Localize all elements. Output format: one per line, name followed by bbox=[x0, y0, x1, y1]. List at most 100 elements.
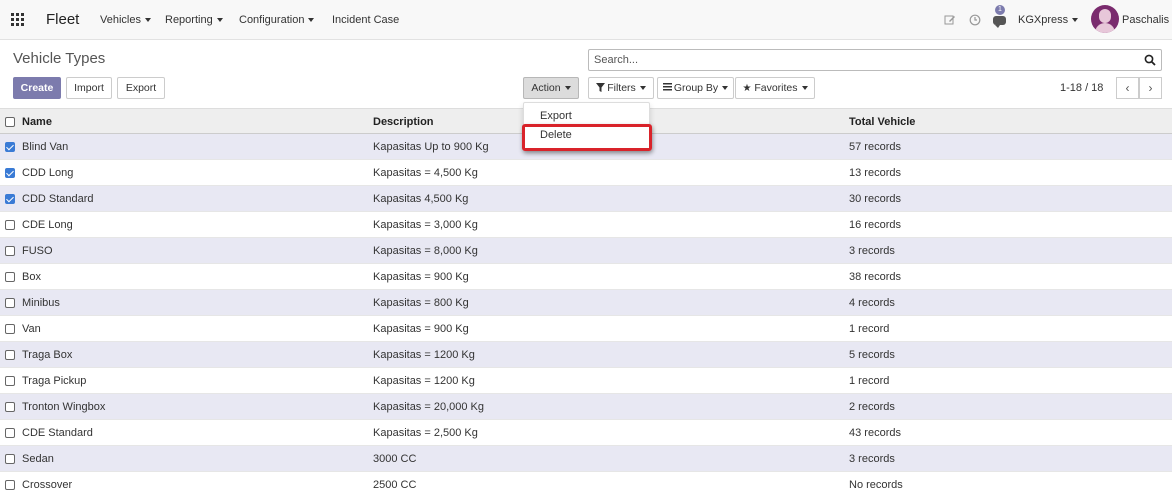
column-header-description[interactable]: Description bbox=[373, 116, 434, 128]
table-row[interactable]: CDD Long Kapasitas = 4,500 Kg 13 records bbox=[0, 160, 1172, 186]
cell-total-vehicle: 5 records bbox=[849, 349, 895, 361]
search-input[interactable] bbox=[594, 52, 1134, 68]
cell-description: Kapasitas Up to 900 Kg bbox=[373, 141, 489, 153]
cell-description: Kapasitas = 900 Kg bbox=[373, 271, 469, 283]
select-all-checkbox[interactable] bbox=[5, 117, 15, 127]
user-name[interactable]: Paschalis bbox=[1122, 14, 1169, 26]
action-menu-delete[interactable]: Delete bbox=[540, 129, 572, 141]
row-checkbox[interactable] bbox=[5, 246, 15, 256]
table-row[interactable]: CDD Standard Kapasitas 4,500 Kg 30 records bbox=[0, 186, 1172, 212]
table-row[interactable]: CDE Long Kapasitas = 3,000 Kg 16 records bbox=[0, 212, 1172, 238]
export-button[interactable]: Export bbox=[117, 77, 165, 99]
cell-name: Crossover bbox=[22, 479, 73, 491]
filters-button[interactable]: Filters bbox=[588, 77, 654, 99]
action-menu-export[interactable]: Export bbox=[540, 110, 572, 122]
cell-total-vehicle: 57 records bbox=[849, 141, 901, 153]
table-row[interactable]: Traga Pickup Kapasitas = 1200 Kg 1 record bbox=[0, 368, 1172, 394]
menu-configuration[interactable]: Configuration bbox=[239, 14, 315, 26]
row-checkbox[interactable] bbox=[5, 480, 15, 490]
table-row[interactable]: Tronton Wingbox Kapasitas = 20,000 Kg 2 re… bbox=[0, 394, 1172, 420]
import-button[interactable]: Import bbox=[66, 77, 112, 99]
cell-description: Kapasitas = 20,000 Kg bbox=[373, 401, 484, 413]
group-by-button[interactable]: Group By bbox=[657, 77, 734, 99]
caret-down-icon bbox=[639, 86, 646, 91]
page-title: Vehicle Types bbox=[13, 50, 106, 67]
cell-total-vehicle: 4 records bbox=[849, 297, 895, 309]
search-box[interactable] bbox=[588, 49, 1162, 71]
menu-reporting[interactable]: Reporting bbox=[165, 14, 223, 26]
cell-total-vehicle: 43 records bbox=[849, 427, 901, 439]
cell-description: Kapasitas = 1200 Kg bbox=[373, 375, 475, 387]
cell-total-vehicle: No records bbox=[849, 479, 903, 491]
cell-name: Tronton Wingbox bbox=[22, 401, 106, 413]
action-button[interactable]: Action bbox=[523, 77, 579, 99]
pager-value[interactable]: 1-18 / 18 bbox=[1060, 82, 1103, 94]
filter-icon bbox=[596, 83, 606, 92]
table-row[interactable]: Box Kapasitas = 900 Kg 38 records bbox=[0, 264, 1172, 290]
cell-total-vehicle: 30 records bbox=[849, 193, 901, 205]
column-header-name[interactable]: Name bbox=[22, 116, 52, 128]
cell-total-vehicle: 1 record bbox=[849, 375, 890, 387]
chevron-right-icon: › bbox=[1148, 81, 1153, 95]
cell-name: Box bbox=[22, 271, 41, 283]
table-row[interactable]: Sedan 3000 CC 3 records bbox=[0, 446, 1172, 472]
message-count-badge: 1 bbox=[995, 5, 1005, 15]
star-icon: ★ bbox=[742, 83, 752, 94]
cell-name: Blind Van bbox=[22, 141, 69, 153]
user-avatar[interactable] bbox=[1091, 5, 1119, 33]
row-checkbox[interactable] bbox=[5, 350, 15, 360]
cell-description: Kapasitas 4,500 Kg bbox=[373, 193, 469, 205]
cell-name: CDE Standard bbox=[22, 427, 93, 439]
chevron-left-icon: ‹ bbox=[1125, 81, 1130, 95]
top-navbar: Fleet Vehicles Reporting Configuration I… bbox=[0, 0, 1172, 40]
table-row[interactable]: CDE Standard Kapasitas = 2,500 Kg 43 recor… bbox=[0, 420, 1172, 446]
cell-total-vehicle: 13 records bbox=[849, 167, 901, 179]
cell-name: Van bbox=[22, 323, 41, 335]
cell-name: CDD Standard bbox=[22, 193, 94, 205]
table-row[interactable]: Crossover 2500 CC No records bbox=[0, 472, 1172, 497]
column-header-total-vehicle[interactable]: Total Vehicle bbox=[849, 116, 915, 128]
cell-name: Sedan bbox=[22, 453, 54, 465]
clock-icon[interactable] bbox=[969, 14, 981, 26]
row-checkbox[interactable] bbox=[5, 324, 15, 334]
cell-name: CDD Long bbox=[22, 167, 74, 179]
favorites-button[interactable]: ★ Favorites bbox=[735, 77, 815, 99]
cell-total-vehicle: 16 records bbox=[849, 219, 901, 231]
cell-description: Kapasitas = 4,500 Kg bbox=[373, 167, 478, 179]
edit-icon[interactable] bbox=[944, 14, 956, 26]
row-checkbox[interactable] bbox=[5, 272, 15, 282]
search-icon[interactable] bbox=[1144, 54, 1156, 66]
cell-description: 3000 CC bbox=[373, 453, 417, 465]
apps-grid-icon[interactable] bbox=[11, 13, 26, 27]
cell-description: Kapasitas = 8,000 Kg bbox=[373, 245, 478, 257]
cell-total-vehicle: 2 records bbox=[849, 401, 895, 413]
row-checkbox[interactable] bbox=[5, 298, 15, 308]
table-row[interactable]: FUSO Kapasitas = 8,000 Kg 3 records bbox=[0, 238, 1172, 264]
row-checkbox[interactable] bbox=[5, 402, 15, 412]
caret-down-icon bbox=[564, 86, 571, 91]
row-checkbox[interactable] bbox=[5, 376, 15, 386]
cell-total-vehicle: 38 records bbox=[849, 271, 901, 283]
pager-next-button[interactable]: › bbox=[1139, 77, 1162, 99]
row-checkbox[interactable] bbox=[5, 428, 15, 438]
create-button[interactable]: Create bbox=[13, 77, 61, 99]
row-checkbox[interactable] bbox=[5, 220, 15, 230]
menu-vehicles[interactable]: Vehicles bbox=[100, 14, 151, 26]
row-checkbox[interactable] bbox=[5, 194, 15, 204]
table-row[interactable]: Minibus Kapasitas = 800 Kg 4 records bbox=[0, 290, 1172, 316]
pager-previous-button[interactable]: ‹ bbox=[1116, 77, 1139, 99]
row-checkbox[interactable] bbox=[5, 142, 15, 152]
app-brand: Fleet bbox=[46, 11, 80, 28]
cell-total-vehicle: 3 records bbox=[849, 245, 895, 257]
row-checkbox[interactable] bbox=[5, 168, 15, 178]
cell-total-vehicle: 3 records bbox=[849, 453, 895, 465]
company-switcher[interactable]: KGXpress bbox=[1018, 14, 1079, 26]
menu-incident-case[interactable]: Incident Case bbox=[332, 14, 399, 26]
cell-total-vehicle: 1 record bbox=[849, 323, 890, 335]
chat-icon[interactable] bbox=[993, 16, 1006, 28]
table-row[interactable]: Traga Box Kapasitas = 1200 Kg 5 records bbox=[0, 342, 1172, 368]
cell-description: Kapasitas = 3,000 Kg bbox=[373, 219, 478, 231]
row-checkbox[interactable] bbox=[5, 454, 15, 464]
caret-down-icon bbox=[1072, 18, 1079, 23]
table-row[interactable]: Van Kapasitas = 900 Kg 1 record bbox=[0, 316, 1172, 342]
